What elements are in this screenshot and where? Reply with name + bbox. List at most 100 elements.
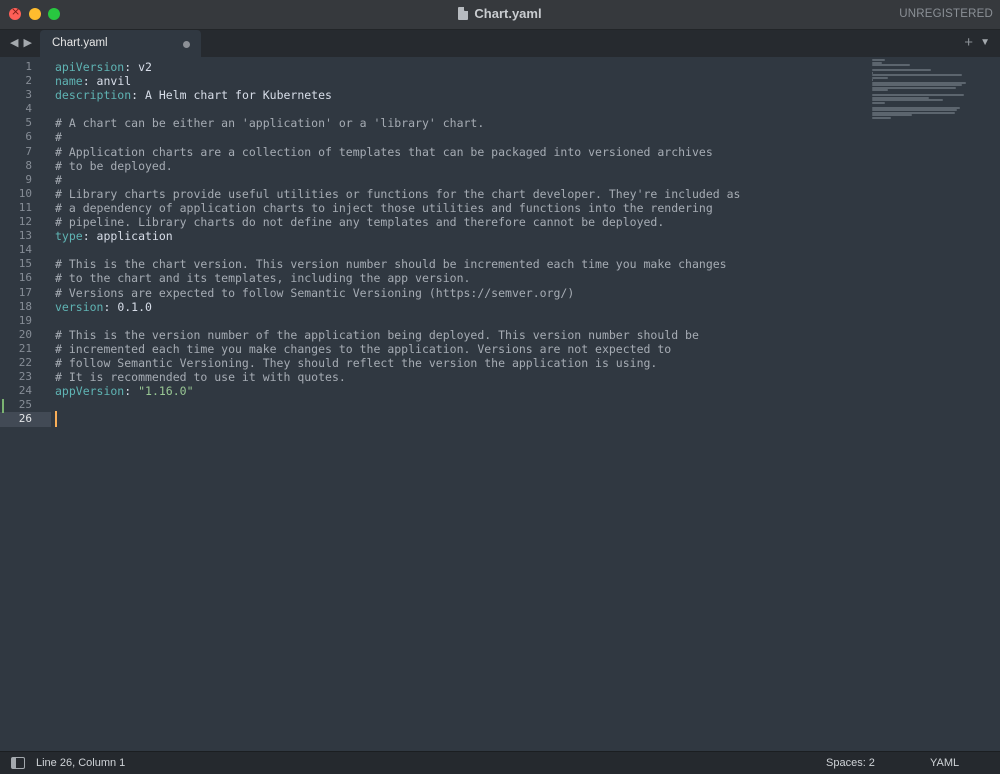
tab-chart-yaml[interactable]: Chart.yaml [40, 30, 201, 57]
yaml-value: : anvil [82, 74, 132, 89]
line-number: 14 [18, 243, 32, 257]
code-line[interactable]: # Versions are expected to follow Semant… [55, 286, 860, 300]
minimap[interactable] [872, 59, 972, 119]
code-line[interactable] [55, 412, 860, 426]
yaml-comment: # Application charts are a collection of… [55, 144, 713, 159]
minimap-line [872, 114, 912, 116]
unsaved-dot-icon[interactable] [183, 41, 190, 48]
code-line[interactable]: # [55, 130, 860, 144]
minimap-line [872, 99, 944, 101]
line-number: 26 [18, 412, 32, 426]
yaml-comment: # to the chart and its templates, includ… [55, 271, 471, 286]
code-text[interactable]: apiVersion: v2 name: anvil description: A … [55, 60, 860, 426]
line-number: 25 [18, 398, 32, 412]
code-line[interactable]: description: A Helm chart for Kubernetes [55, 88, 860, 102]
line-number: 16 [18, 271, 32, 285]
forward-arrow-icon[interactable]: ▶ [23, 37, 31, 49]
code-line[interactable]: # to be deployed. [55, 159, 860, 173]
line-number: 21 [18, 341, 32, 355]
line-number: 15 [18, 257, 32, 271]
minimap-line [872, 76, 889, 79]
yaml-key: type [55, 229, 83, 244]
line-number: 5 [25, 116, 32, 130]
code-line[interactable]: name: anvil [55, 74, 860, 88]
line-number: 17 [18, 285, 32, 299]
yaml-comment: # [55, 172, 62, 187]
yaml-key: appVersion [55, 384, 125, 399]
minimap-line [872, 74, 963, 76]
code-line[interactable]: # [55, 173, 860, 187]
yaml-value: : A Helm chart for Kubernetes [131, 88, 332, 103]
code-line[interactable]: # This is the version number of the appl… [55, 328, 860, 342]
code-line[interactable]: appVersion: "1.16.0" [55, 384, 860, 398]
yaml-key: apiVersion [55, 60, 125, 74]
yaml-comment: # incremented each time you make changes… [55, 341, 672, 356]
yaml-value: : [124, 384, 139, 399]
code-line[interactable]: # pipeline. Library charts do not define… [55, 215, 860, 229]
minimap-line [872, 94, 965, 96]
yaml-comment: # It is recommended to use it with quote… [55, 370, 346, 385]
yaml-comment: # to be deployed. [55, 158, 173, 173]
line-number: 4 [25, 102, 32, 116]
code-line[interactable]: type: application [55, 229, 860, 243]
code-line[interactable]: version: 0.1.0 [55, 300, 860, 314]
line-number: 19 [18, 313, 32, 327]
line-number: 2 [25, 74, 32, 88]
line-number: 18 [18, 299, 32, 313]
line-number: 6 [25, 130, 32, 144]
minimap-line [872, 59, 886, 61]
line-number: 24 [18, 384, 32, 398]
line-number-gutter: 1 2 3 4 5 6 7 8 9 10 11 12 13 14 15 16 17 18 19 20 21 22 23 24 2… [0, 60, 40, 426]
license-status[interactable]: UNREGISTERED [899, 8, 993, 20]
line-number: 13 [18, 229, 32, 243]
code-line[interactable]: # Library charts provide useful utilitie… [55, 187, 860, 201]
code-line[interactable]: # It is recommended to use it with quote… [55, 370, 860, 384]
window-title: Chart.yaml [0, 6, 1000, 21]
code-line[interactable]: # to the chart and its templates, includ… [55, 271, 860, 285]
panel-toggle-icon[interactable] [11, 757, 25, 769]
line-number: 1 [25, 60, 32, 73]
code-line[interactable]: # follow Semantic Versioning. They shoul… [55, 356, 860, 370]
tab-bar: ◀ ▶ Chart.yaml + ▼ [0, 30, 1000, 57]
code-line[interactable]: apiVersion: v2 [55, 60, 860, 74]
code-line[interactable]: # Application charts are a collection of… [55, 145, 860, 159]
yaml-comment: # This is the version number of the appl… [55, 327, 699, 342]
window-title-text: Chart.yaml [474, 6, 542, 21]
line-number: 3 [25, 88, 32, 102]
yaml-key: description [55, 88, 132, 103]
minimap-line [872, 69, 931, 71]
code-line[interactable] [55, 102, 860, 116]
code-line[interactable] [55, 398, 860, 412]
minimap-line [872, 109, 957, 111]
minimap-line [872, 89, 889, 91]
code-editor[interactable]: 1 2 3 4 5 6 7 8 9 10 11 12 13 14 15 16 17 18 19 20 21 22 23 24 2… [0, 57, 1000, 751]
yaml-comment: # Versions are expected to follow Semant… [55, 285, 575, 300]
cursor-position: Line 26, Column 1 [36, 757, 126, 769]
tab-navigation: ◀ ▶ [10, 36, 37, 49]
code-line[interactable] [55, 243, 860, 257]
status-bar: Line 26, Column 1 Spaces: 2 YAML [0, 751, 1000, 774]
minimap-line [872, 64, 910, 66]
new-tab-plus-icon[interactable]: + [964, 34, 973, 51]
line-number: 9 [25, 172, 32, 186]
line-number: 8 [25, 158, 32, 172]
indentation-setting[interactable]: Spaces: 2 [826, 757, 875, 769]
code-line[interactable]: # A chart can be either an 'application'… [55, 116, 860, 130]
yaml-comment: # Library charts provide useful utilitie… [55, 186, 741, 201]
code-line[interactable] [55, 314, 860, 328]
code-line[interactable]: # incremented each time you make changes… [55, 342, 860, 356]
back-arrow-icon[interactable]: ◀ [10, 37, 18, 49]
editor-window: Chart.yaml UNREGISTERED ◀▶ Chart.yaml + … [0, 0, 1000, 774]
code-line[interactable]: # This is the chart version. This versio… [55, 257, 860, 271]
title-bar: Chart.yaml UNREGISTERED [0, 0, 1000, 30]
line-number: 20 [18, 327, 32, 341]
yaml-value: : v2 [124, 60, 152, 74]
syntax-selector[interactable]: YAML [930, 757, 959, 769]
tab-menu-icon[interactable]: ▼ [980, 37, 990, 48]
code-line[interactable]: # a dependency of application charts to … [55, 201, 860, 215]
text-caret [55, 411, 57, 427]
yaml-comment: # [55, 130, 62, 145]
yaml-string: "1.16.0" [138, 384, 194, 399]
line-number: 7 [25, 144, 32, 158]
line-number: 12 [18, 215, 32, 229]
